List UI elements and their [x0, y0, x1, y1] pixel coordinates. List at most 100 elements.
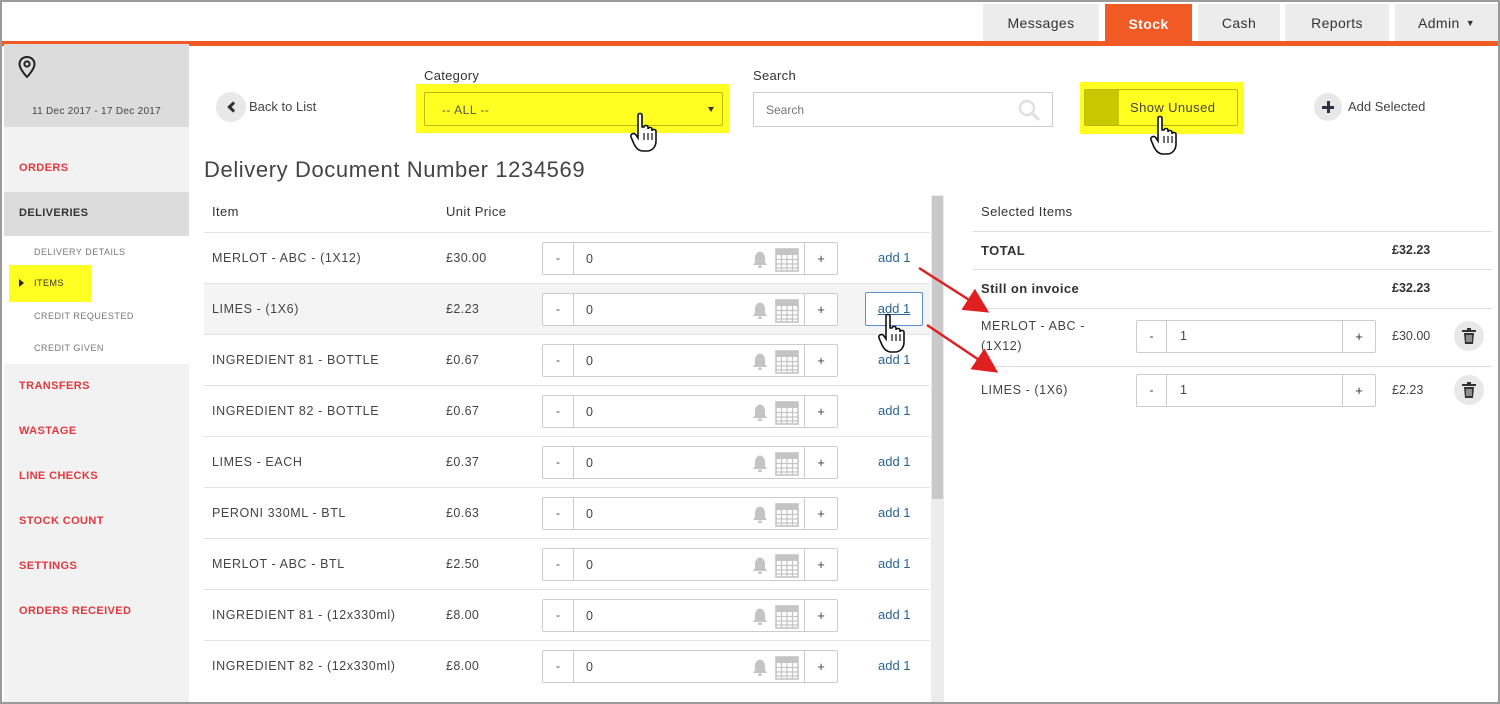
add-one-link[interactable]: add 1: [878, 250, 911, 265]
increment-button[interactable]: +: [1342, 375, 1375, 406]
increment-button[interactable]: +: [804, 345, 837, 376]
nav-tab-cash[interactable]: Cash: [1198, 4, 1280, 41]
search-input[interactable]: [753, 92, 1053, 127]
quantity-value[interactable]: 0: [586, 507, 593, 521]
quantity-value[interactable]: 0: [586, 558, 593, 572]
sidebar-item-wastage[interactable]: WASTAGE: [19, 425, 77, 437]
add-one-link[interactable]: add 1: [878, 556, 911, 571]
delete-button[interactable]: [1454, 321, 1484, 351]
decrement-button[interactable]: -: [543, 600, 574, 631]
increment-button[interactable]: +: [1342, 321, 1375, 352]
bell-icon[interactable]: [751, 351, 769, 371]
calculator-icon[interactable]: [775, 452, 799, 476]
add-one-link[interactable]: add 1: [878, 505, 911, 520]
sidebar-item-transfers[interactable]: TRANSFERS: [19, 380, 90, 392]
quantity-stepper[interactable]: -0 +: [542, 344, 838, 377]
nav-tab-admin[interactable]: Admin ▼: [1395, 4, 1498, 41]
quantity-stepper[interactable]: -0 +: [542, 293, 838, 326]
add-one-link[interactable]: add 1: [865, 292, 923, 326]
back-to-list-link[interactable]: Back to List: [249, 99, 316, 114]
quantity-stepper[interactable]: -0 +: [542, 497, 838, 530]
quantity-stepper[interactable]: -0 +: [542, 395, 838, 428]
quantity-value[interactable]: 0: [586, 456, 593, 470]
sidebar-sub-delivery-details[interactable]: DELIVERY DETAILS: [34, 247, 126, 257]
calculator-icon[interactable]: [775, 503, 799, 527]
sidebar-item-orders-received[interactable]: ORDERS RECEIVED: [19, 605, 131, 617]
quantity-value[interactable]: 1: [1180, 329, 1187, 343]
decrement-button[interactable]: -: [543, 243, 574, 274]
quantity-value[interactable]: 0: [586, 405, 593, 419]
increment-button[interactable]: +: [804, 243, 837, 274]
add-selected-link[interactable]: Add Selected: [1348, 99, 1425, 114]
bell-icon[interactable]: [751, 504, 769, 524]
scrollbar-thumb[interactable]: [932, 196, 943, 499]
decrement-button[interactable]: -: [543, 549, 574, 580]
sidebar-item-settings[interactable]: SETTINGS: [19, 560, 77, 572]
quantity-stepper[interactable]: -0 +: [542, 599, 838, 632]
quantity-stepper[interactable]: -0 +: [542, 650, 838, 683]
quantity-value[interactable]: 0: [586, 252, 593, 266]
selected-quantity-stepper[interactable]: - 1 +: [1136, 374, 1376, 407]
nav-tab-stock[interactable]: Stock: [1105, 4, 1192, 44]
decrement-button[interactable]: -: [543, 498, 574, 529]
increment-button[interactable]: +: [804, 498, 837, 529]
calculator-icon[interactable]: [775, 299, 799, 323]
delete-button[interactable]: [1454, 375, 1484, 405]
decrement-button[interactable]: -: [543, 447, 574, 478]
add-one-link[interactable]: add 1: [878, 658, 911, 673]
add-one-link[interactable]: add 1: [878, 607, 911, 622]
location-pin-icon[interactable]: [18, 56, 36, 78]
quantity-value[interactable]: 1: [1180, 383, 1187, 397]
calculator-icon[interactable]: [775, 554, 799, 578]
sidebar-sub-credit-given[interactable]: CREDIT GIVEN: [34, 343, 104, 353]
sidebar-sub-items[interactable]: ITEMS: [9, 265, 91, 302]
increment-button[interactable]: +: [804, 549, 837, 580]
sidebar-item-deliveries[interactable]: DELIVERIES: [19, 207, 88, 219]
search-icon[interactable]: [1017, 98, 1041, 122]
bell-icon[interactable]: [751, 249, 769, 269]
decrement-button[interactable]: -: [543, 396, 574, 427]
add-one-link[interactable]: add 1: [878, 403, 911, 418]
table-scrollbar[interactable]: [931, 195, 944, 702]
nav-tab-reports[interactable]: Reports: [1285, 4, 1389, 41]
quantity-value[interactable]: 0: [586, 660, 593, 674]
bell-icon[interactable]: [751, 606, 769, 626]
bell-icon[interactable]: [751, 453, 769, 473]
sidebar-item-orders[interactable]: ORDERS: [19, 162, 68, 174]
quantity-value[interactable]: 0: [586, 354, 593, 368]
nav-tab-messages[interactable]: Messages: [983, 4, 1099, 41]
calculator-icon[interactable]: [775, 605, 799, 629]
decrement-button[interactable]: -: [543, 651, 574, 682]
increment-button[interactable]: +: [804, 447, 837, 478]
add-one-link[interactable]: add 1: [878, 352, 911, 367]
increment-button[interactable]: +: [804, 651, 837, 682]
calculator-icon[interactable]: [775, 248, 799, 272]
bell-icon[interactable]: [751, 300, 769, 320]
decrement-button[interactable]: -: [1137, 321, 1167, 352]
decrement-button[interactable]: -: [543, 345, 574, 376]
calculator-icon[interactable]: [775, 656, 799, 680]
decrement-button[interactable]: -: [543, 294, 574, 325]
sidebar-item-stock-count[interactable]: STOCK COUNT: [19, 515, 104, 527]
decrement-button[interactable]: -: [1137, 375, 1167, 406]
bell-icon[interactable]: [751, 657, 769, 677]
calculator-icon[interactable]: [775, 401, 799, 425]
quantity-stepper[interactable]: -0 +: [542, 548, 838, 581]
sidebar-item-line-checks[interactable]: LINE CHECKS: [19, 470, 98, 482]
date-range[interactable]: 11 Dec 2017 - 17 Dec 2017: [4, 106, 189, 117]
quantity-value[interactable]: 0: [586, 303, 593, 317]
add-selected-plus-icon[interactable]: [1314, 93, 1342, 121]
bell-icon[interactable]: [751, 402, 769, 422]
quantity-stepper[interactable]: -0 +: [542, 242, 838, 275]
increment-button[interactable]: +: [804, 600, 837, 631]
quantity-stepper[interactable]: -0 +: [542, 446, 838, 479]
add-one-link[interactable]: add 1: [878, 454, 911, 469]
category-select[interactable]: -- ALL --: [424, 92, 723, 126]
back-button[interactable]: [216, 92, 246, 122]
sidebar-sub-credit-requested[interactable]: CREDIT REQUESTED: [34, 311, 134, 321]
increment-button[interactable]: +: [804, 396, 837, 427]
increment-button[interactable]: +: [804, 294, 837, 325]
quantity-value[interactable]: 0: [586, 609, 593, 623]
selected-quantity-stepper[interactable]: - 1 +: [1136, 320, 1376, 353]
bell-icon[interactable]: [751, 555, 769, 575]
